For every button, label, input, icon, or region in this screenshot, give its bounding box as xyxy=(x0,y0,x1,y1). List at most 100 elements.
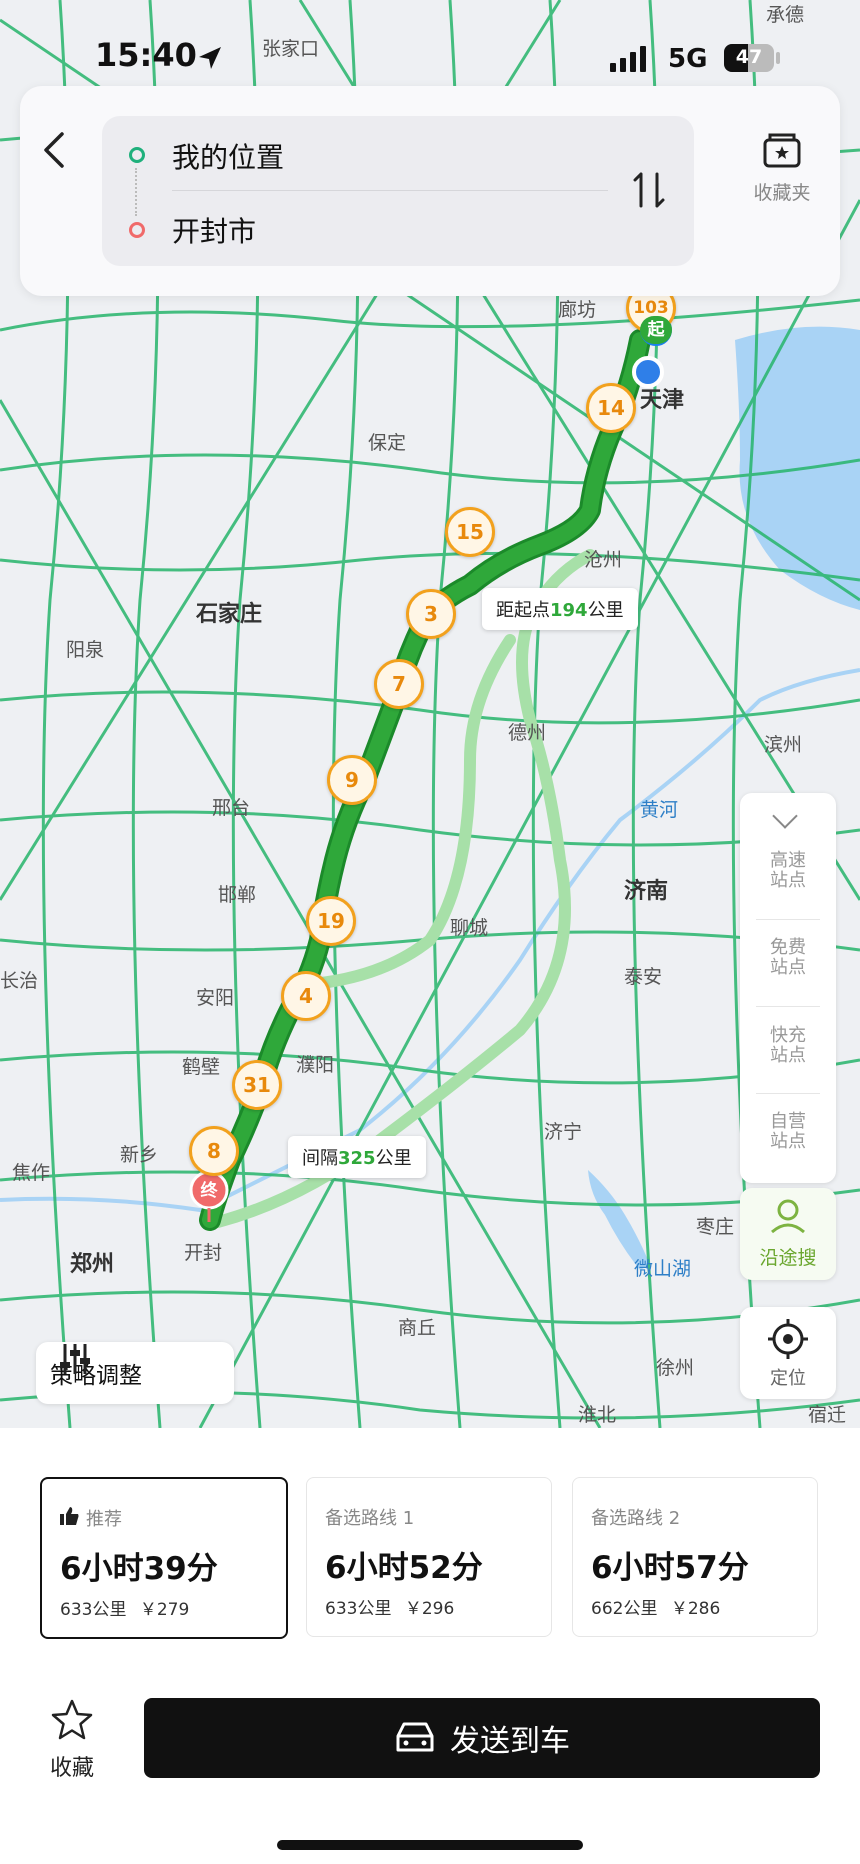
route-badge: 8 xyxy=(189,1126,239,1176)
filter-free-stations[interactable]: 免费 站点 xyxy=(740,938,836,978)
favorites-folder-button[interactable]: 收藏夹 xyxy=(732,126,832,206)
address-box: 我的位置 开封市 xyxy=(102,116,694,266)
map-town-label: 宿迁 xyxy=(808,1404,847,1426)
locate-label: 定位 xyxy=(770,1368,806,1389)
filter-highway-stations[interactable]: 高速 站点 xyxy=(740,851,836,891)
route-duration: 6小时52分 xyxy=(325,1550,483,1586)
map-town-label: 邯郸 xyxy=(218,884,257,906)
along-route-search-button[interactable]: 沿途搜 xyxy=(740,1188,836,1280)
route-badge: 19 xyxy=(306,896,356,946)
route-distance: 633公里 xyxy=(325,1599,392,1619)
start-marker-label: 起 xyxy=(640,316,672,344)
battery-level: 47 xyxy=(735,46,763,68)
location-arrow-icon xyxy=(199,47,221,69)
map-city-label: 石家庄 xyxy=(196,602,263,627)
gap-value: 325 xyxy=(338,1148,376,1169)
signal-icon xyxy=(610,46,646,72)
route-search-card: 我的位置 开封市 收藏夹 xyxy=(20,86,840,296)
station-filter-panel: 高速 站点 免费 站点 快充 站点 自营 站点 xyxy=(740,793,836,1183)
origin-dot-icon xyxy=(129,147,145,163)
swap-icon[interactable] xyxy=(632,170,666,210)
sliders-icon xyxy=(60,1344,90,1374)
send-to-car-button[interactable]: 发送到车 xyxy=(144,1698,820,1778)
route-cost: ￥296 xyxy=(404,1599,455,1619)
route-label: 备选路线 2 xyxy=(591,1508,681,1529)
filter-self-operated-stations[interactable]: 自营 站点 xyxy=(740,1112,836,1152)
back-arrow-icon[interactable] xyxy=(40,130,70,170)
route-badge: 3 xyxy=(406,589,456,639)
map-town-label: 德州 xyxy=(508,722,547,744)
strategy-adjust-button[interactable]: 策略调整 xyxy=(36,1342,234,1404)
send-to-car-label: 发送到车 xyxy=(450,1724,570,1759)
route-card-alt-1[interactable]: 备选路线 1 6小时52分 633公里 ￥296 xyxy=(306,1477,552,1637)
favorite-label: 收藏 xyxy=(49,1756,94,1781)
home-indicator xyxy=(277,1840,583,1850)
route-label: 备选路线 1 xyxy=(325,1508,415,1529)
map-town-label: 邢台 xyxy=(212,797,251,819)
route-badge: 15 xyxy=(445,507,495,557)
route-duration: 6小时57分 xyxy=(591,1550,749,1586)
map-town-label: 泰安 xyxy=(624,966,663,988)
route-card-recommended[interactable]: 推荐 6小时39分 633公里 ￥279 xyxy=(40,1477,288,1639)
route-badge: 9 xyxy=(327,755,377,805)
map-town-label: 长治 xyxy=(0,970,39,992)
route-duration: 6小时39分 xyxy=(60,1551,218,1587)
route-meta: 633公里 ￥279 xyxy=(60,1595,189,1620)
favorites-folder-label: 收藏夹 xyxy=(753,182,811,204)
route-badge: 31 xyxy=(232,1060,282,1110)
map-town-label: 新乡 xyxy=(120,1144,159,1166)
map-city-label: 天津 xyxy=(640,388,685,413)
route-cost: ￥286 xyxy=(670,1599,721,1619)
route-badge: 14 xyxy=(586,383,636,433)
battery-icon: 47 xyxy=(724,44,774,72)
route-cost: ￥279 xyxy=(139,1600,190,1620)
distance-unit: 公里 xyxy=(587,600,624,621)
map-town-label: 鹤壁 xyxy=(182,1056,221,1078)
map-town-label: 枣庄 xyxy=(696,1216,735,1238)
map-town-label: 焦作 xyxy=(12,1162,51,1184)
map-city-label: 郑州 xyxy=(70,1252,115,1277)
map-water-label: 黄河 xyxy=(640,799,679,821)
chevron-down-icon[interactable] xyxy=(772,803,798,829)
gap-prefix: 间隔 xyxy=(302,1148,338,1169)
map-water-label: 微山湖 xyxy=(634,1258,692,1280)
origin-field[interactable]: 我的位置 xyxy=(172,136,284,176)
map-town-label: 开封 xyxy=(184,1242,223,1264)
route-badge: 4 xyxy=(281,971,331,1021)
locate-button[interactable]: 定位 xyxy=(740,1307,836,1399)
status-time: 15:40 xyxy=(95,36,197,74)
filter-fast-charge-stations[interactable]: 快充 站点 xyxy=(740,1026,836,1066)
distance-tooltip: 距起点194公里 xyxy=(482,588,638,630)
car-icon xyxy=(396,1722,434,1752)
route-distance: 633公里 xyxy=(60,1600,127,1620)
map-town-label: 廊坊 xyxy=(558,299,597,321)
distance-prefix: 距起点 xyxy=(496,600,550,621)
route-badge: 7 xyxy=(374,659,424,709)
route-card-alt-2[interactable]: 备选路线 2 6小时57分 662公里 ￥286 xyxy=(572,1477,818,1637)
favorite-button[interactable]: 收藏 xyxy=(34,1694,110,1784)
map-town-label: 安阳 xyxy=(196,987,235,1009)
route-meta: 662公里 ￥286 xyxy=(591,1594,720,1619)
destination-field[interactable]: 开封市 xyxy=(172,210,256,250)
map-town-label: 聊城 xyxy=(450,917,489,939)
thumbs-up-icon xyxy=(60,1507,79,1525)
person-pin-icon xyxy=(771,1199,805,1234)
network-type: 5G xyxy=(668,44,708,74)
crosshair-icon xyxy=(768,1319,808,1359)
route-label: 推荐 xyxy=(86,1509,122,1530)
route-meta: 633公里 ￥296 xyxy=(325,1594,454,1619)
map-town-label: 沧州 xyxy=(584,549,623,571)
end-marker-label: 终 xyxy=(200,1181,218,1201)
map-city-label: 济南 xyxy=(624,879,669,904)
star-icon xyxy=(51,1699,93,1740)
gap-tooltip: 间隔325公里 xyxy=(288,1136,426,1178)
folder-star-icon xyxy=(763,133,801,168)
map-town-label: 商丘 xyxy=(398,1317,437,1339)
distance-value: 194 xyxy=(550,600,588,621)
map-town-label: 滨州 xyxy=(764,734,803,756)
route-distance: 662公里 xyxy=(591,1599,658,1619)
map-town-label: 淮北 xyxy=(578,1404,617,1426)
map-town-label: 濮阳 xyxy=(296,1054,335,1076)
map-town-label: 保定 xyxy=(368,432,407,454)
destination-dot-icon xyxy=(129,222,145,238)
